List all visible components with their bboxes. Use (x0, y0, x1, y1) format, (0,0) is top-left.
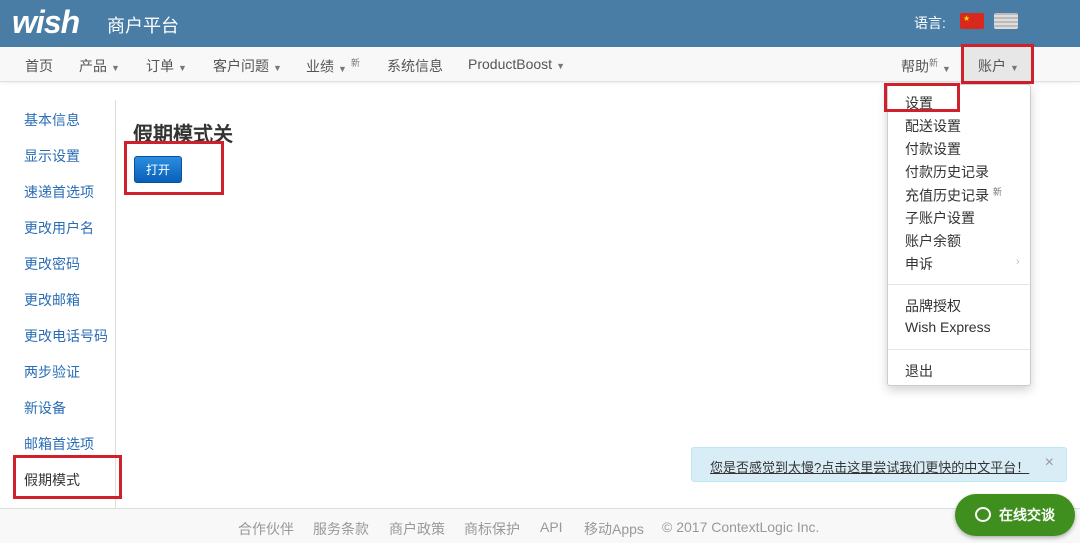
highlight-box (13, 455, 122, 499)
menu-item[interactable]: 付款历史记录 (905, 162, 989, 182)
footer-link[interactable]: 合作伙伴 (238, 519, 294, 539)
highlight-box (961, 44, 1034, 84)
chevron-right-icon: › (1016, 256, 1020, 268)
highlight-box (124, 141, 224, 195)
china-flag-icon[interactable] (960, 13, 984, 29)
sidebar-item[interactable]: 更改用户名 (24, 218, 94, 238)
settings-sidebar: 基本信息 显示设置 速递首选项 更改用户名 更改密码 更改邮箱 更改电话号码 两… (0, 100, 116, 510)
nav-label: 客户问题 (213, 58, 269, 74)
nav-orders[interactable]: 订单 ▼ (146, 56, 187, 76)
language-label: 语言: (914, 15, 946, 31)
new-badge: 新 (350, 58, 360, 68)
caret-down-icon: ▼ (942, 63, 951, 74)
nav-products[interactable]: 产品 ▼ (79, 56, 120, 76)
highlight-box (884, 83, 960, 112)
nav-label: ProductBoost (468, 56, 553, 72)
nav-performance[interactable]: 业绩 ▼ 新 (306, 56, 360, 77)
caret-down-icon: ▼ (556, 61, 565, 71)
nav-label: 业绩 (306, 58, 334, 75)
divider (888, 284, 1030, 285)
nav-label: 产品 (79, 58, 107, 74)
faster-platform-link[interactable]: 您是否感觉到太慢?点击这里尝试我们更快的中文平台！ (710, 457, 1029, 476)
menu-item-logout[interactable]: 退出 (905, 361, 933, 381)
nav-label: 订单 (146, 58, 174, 74)
sidebar-item[interactable]: 新设备 (24, 398, 66, 418)
footer-link[interactable]: 移动Apps (584, 519, 644, 539)
menu-item[interactable]: 充值历史记录 新 (905, 185, 1002, 206)
copyright: © 2017 ContextLogic Inc. (662, 519, 820, 535)
menu-item-label: 充值历史记录 (905, 187, 989, 204)
nav-help[interactable]: 帮助新▼ (901, 56, 951, 77)
nav-label: 帮助 (901, 58, 929, 75)
sidebar-item[interactable]: 基本信息 (24, 110, 80, 130)
sidebar-item[interactable]: 邮箱首选项 (24, 434, 94, 454)
chat-label: 在线交谈 (999, 507, 1055, 523)
nav-system-info[interactable]: 系统信息 (387, 56, 443, 76)
nav-label: 首页 (25, 58, 53, 74)
divider (888, 349, 1030, 350)
wish-logo[interactable]: wish (12, 4, 80, 41)
footer-link[interactable]: API (540, 519, 563, 535)
nav-home[interactable]: 首页 (25, 56, 53, 76)
caret-down-icon: ▼ (273, 63, 282, 73)
menu-item[interactable]: Wish Express (905, 319, 991, 335)
menu-item[interactable]: 子账户设置 (905, 208, 975, 228)
menu-item[interactable]: 申诉 (905, 254, 933, 274)
footer-link[interactable]: 服务条款 (313, 519, 369, 539)
account-dropdown-menu: 设置 配送设置 付款设置 付款历史记录 充值历史记录 新 子账户设置 账户余额 … (887, 84, 1031, 386)
caret-down-icon: ▼ (111, 63, 120, 73)
menu-item[interactable]: 账户余额 (905, 231, 961, 251)
main-nav: 首页 产品 ▼ 订单 ▼ 客户问题 ▼ 业绩 ▼ 新 系统信息 ProductBoost… (0, 47, 1080, 82)
top-header: wish 商户平台 语言: (0, 0, 1080, 47)
faster-platform-alert: 您是否感觉到太慢?点击这里尝试我们更快的中文平台！ × (691, 447, 1067, 482)
menu-item[interactable]: 品牌授权 (905, 296, 961, 316)
sidebar-item[interactable]: 速递首选项 (24, 182, 94, 202)
sidebar-item[interactable]: 两步验证 (24, 362, 80, 382)
menu-item[interactable]: 付款设置 (905, 139, 961, 159)
merchant-platform-title: 商户平台 (107, 16, 179, 36)
live-chat-button[interactable]: 在线交谈 (955, 494, 1075, 536)
sidebar-item[interactable]: 显示设置 (24, 146, 80, 166)
chat-bubble-icon (975, 507, 991, 522)
nav-label: 系统信息 (387, 58, 443, 74)
new-badge: 新 (929, 58, 939, 68)
close-icon[interactable]: × (1045, 454, 1054, 472)
sidebar-item[interactable]: 更改邮箱 (24, 290, 80, 310)
caret-down-icon: ▼ (178, 63, 187, 73)
us-flag-icon[interactable] (994, 13, 1018, 29)
caret-down-icon: ▼ (338, 63, 347, 74)
sidebar-item[interactable]: 更改密码 (24, 254, 80, 274)
footer-link[interactable]: 商标保护 (464, 519, 520, 539)
footer: 合作伙伴 服务条款 商户政策 商标保护 API 移动Apps © 2017 Co… (0, 508, 1080, 543)
footer-link[interactable]: 商户政策 (389, 519, 445, 539)
new-badge: 新 (992, 187, 1002, 197)
sidebar-item[interactable]: 更改电话号码 (24, 326, 108, 346)
nav-productboost[interactable]: ProductBoost ▼ (468, 56, 565, 72)
menu-item[interactable]: 配送设置 (905, 116, 961, 136)
nav-customer-issues[interactable]: 客户问题 ▼ (213, 56, 282, 76)
